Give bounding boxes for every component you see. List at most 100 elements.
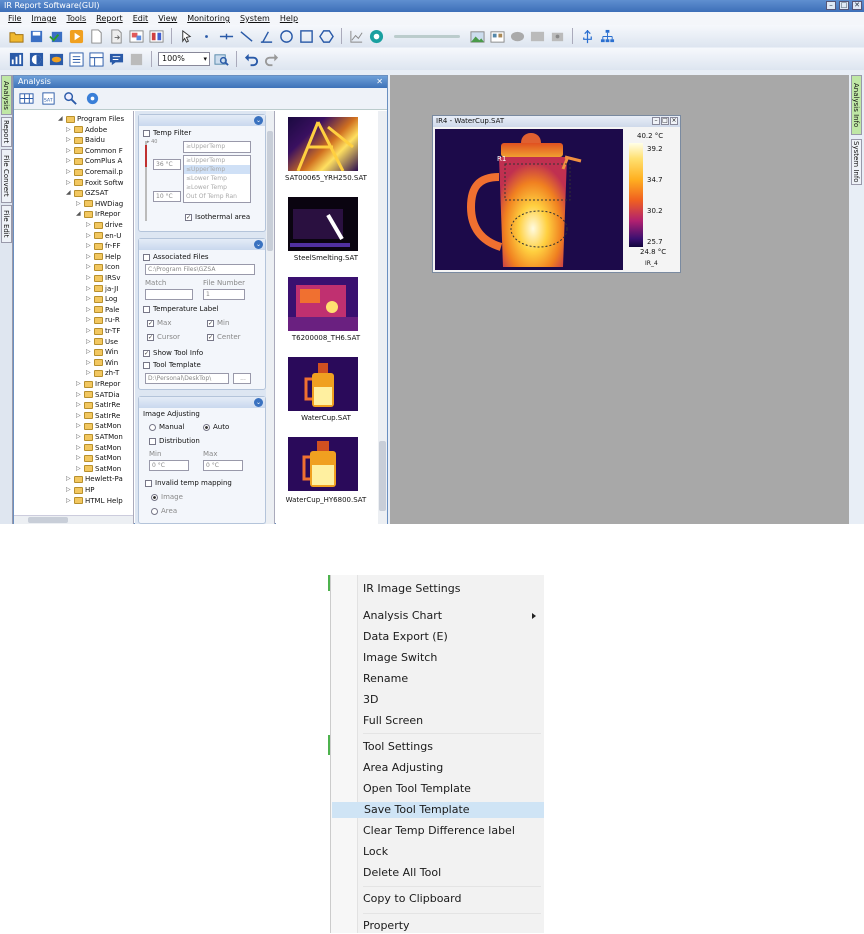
collapse-icon[interactable]: ⌄ xyxy=(254,116,263,125)
auto-radio[interactable] xyxy=(203,423,210,431)
tab-file-edit[interactable]: File Edit xyxy=(1,205,12,243)
menu-image[interactable]: Image xyxy=(31,12,56,25)
rectangle-tool-icon[interactable] xyxy=(298,28,315,45)
max-checkbox[interactable] xyxy=(147,319,154,327)
camera-icon[interactable] xyxy=(549,28,566,45)
play-icon[interactable] xyxy=(68,28,85,45)
expand-right-icon[interactable]: ▷ xyxy=(66,156,72,166)
layout-icon[interactable] xyxy=(88,51,105,68)
expand-down-icon[interactable]: ◢ xyxy=(58,114,64,124)
tree-node[interactable]: ▷ Win xyxy=(86,358,118,368)
save-icon[interactable] xyxy=(28,28,45,45)
expand-right-icon[interactable]: ▷ xyxy=(86,294,92,304)
tree-node[interactable]: ▷ HP xyxy=(66,485,95,495)
menu-item[interactable]: Clear Temp Difference label xyxy=(363,823,515,839)
tree-node[interactable]: ▷ Hewlett-Pa xyxy=(66,474,123,484)
image-window-titlebar[interactable]: IR4 - WaterCup.SAT – □ × xyxy=(433,116,680,127)
distribution-checkbox[interactable] xyxy=(149,437,156,445)
tab-analysis-info[interactable]: Analysis Info xyxy=(851,75,862,135)
center-checkbox[interactable] xyxy=(207,333,214,341)
menu-item[interactable]: Lock xyxy=(363,844,388,860)
disabled-tool-icon[interactable] xyxy=(128,51,145,68)
tree-node[interactable]: ◢ IrRepor xyxy=(76,209,120,219)
open-folder-icon[interactable] xyxy=(8,28,25,45)
cross-line-icon[interactable] xyxy=(218,28,235,45)
thumbnail-image[interactable] xyxy=(288,197,358,251)
list-item[interactable]: ≤UpperTemp xyxy=(184,165,250,174)
tree-node[interactable]: ▷ SatMon xyxy=(76,443,121,453)
minimize-button[interactable]: – xyxy=(826,1,836,10)
expand-right-icon[interactable]: ▷ xyxy=(76,443,82,453)
expand-right-icon[interactable]: ▷ xyxy=(66,135,72,145)
image-compare-icon[interactable] xyxy=(148,28,165,45)
min-checkbox[interactable] xyxy=(207,319,214,327)
menu-item[interactable]: Data Export (E) xyxy=(363,629,448,645)
tree-horizontal-scrollbar[interactable] xyxy=(14,515,133,524)
tab-system-info[interactable]: System Info xyxy=(851,139,862,185)
tree-node[interactable]: ▷ ja-JI xyxy=(86,284,118,294)
expand-right-icon[interactable]: ▷ xyxy=(86,231,92,241)
menu-tools[interactable]: Tools xyxy=(66,12,86,25)
collapse-icon[interactable]: ⌄ xyxy=(254,398,263,407)
thumbnail-image[interactable] xyxy=(288,277,358,331)
expand-right-icon[interactable]: ▷ xyxy=(76,421,82,431)
expand-right-icon[interactable]: ▷ xyxy=(86,284,92,294)
menu-item[interactable]: Property xyxy=(363,918,410,934)
expand-right-icon[interactable]: ▷ xyxy=(86,305,92,315)
close-button[interactable]: ✕ xyxy=(852,1,862,10)
minimize-icon[interactable]: – xyxy=(652,117,660,125)
expand-right-icon[interactable]: ▷ xyxy=(66,474,72,484)
tree-node[interactable]: ▷ Pale xyxy=(86,305,119,315)
expand-right-icon[interactable]: ▷ xyxy=(66,178,72,188)
expand-right-icon[interactable]: ▷ xyxy=(66,125,72,135)
thumbnail-image[interactable] xyxy=(288,117,358,172)
comment-icon[interactable] xyxy=(108,51,125,68)
expand-right-icon[interactable]: ▷ xyxy=(86,347,92,357)
thumbnail-image[interactable] xyxy=(288,437,358,491)
expand-right-icon[interactable]: ▷ xyxy=(86,337,92,347)
expand-right-icon[interactable]: ▷ xyxy=(86,220,92,230)
expand-right-icon[interactable]: ▷ xyxy=(86,262,92,272)
menu-item[interactable]: Area Adjusting xyxy=(363,760,443,776)
menu-system[interactable]: System xyxy=(240,12,270,25)
palette-icon[interactable] xyxy=(368,28,385,45)
menu-item[interactable]: Open Tool Template xyxy=(363,781,471,797)
expand-right-icon[interactable]: ▷ xyxy=(86,252,92,262)
menu-help[interactable]: Help xyxy=(280,12,298,25)
image-max-input[interactable]: 0 °C xyxy=(203,460,243,471)
view-icon[interactable] xyxy=(48,51,65,68)
tree-node[interactable]: ▷ HTML Help xyxy=(66,496,123,506)
menu-report[interactable]: Report xyxy=(96,12,123,25)
isothermal-checkbox[interactable] xyxy=(185,213,192,221)
grid-view-icon[interactable] xyxy=(18,90,35,107)
expand-right-icon[interactable]: ▷ xyxy=(66,167,72,177)
expand-right-icon[interactable]: ▷ xyxy=(86,326,92,336)
menu-item[interactable]: Save Tool Template xyxy=(332,802,544,818)
menu-edit[interactable]: Edit xyxy=(133,12,149,25)
temp-range-marker[interactable] xyxy=(145,145,147,167)
menu-view[interactable]: View xyxy=(158,12,177,25)
thermal-image[interactable]: R1 xyxy=(435,129,623,270)
tab-analysis[interactable]: Analysis xyxy=(1,75,12,115)
export-icon[interactable] xyxy=(108,28,125,45)
filter-select[interactable]: ≥UpperTemp xyxy=(183,141,251,153)
contrast-icon[interactable] xyxy=(28,51,45,68)
gear-icon[interactable] xyxy=(84,90,101,107)
expand-right-icon[interactable]: ▷ xyxy=(76,199,82,209)
image-radio[interactable] xyxy=(151,493,158,501)
tab-file-convert[interactable]: File Convert xyxy=(1,149,12,203)
temp-filter-checkbox[interactable] xyxy=(143,129,150,137)
menu-item[interactable]: Analysis Chart xyxy=(363,608,442,624)
tree-node[interactable]: ▷ Common F xyxy=(66,146,123,156)
expand-right-icon[interactable]: ▷ xyxy=(66,485,72,495)
show-tool-info-checkbox[interactable] xyxy=(143,349,150,357)
expand-right-icon[interactable]: ▷ xyxy=(66,146,72,156)
zoom-fit-icon[interactable] xyxy=(213,51,230,68)
expand-right-icon[interactable]: ▷ xyxy=(76,432,82,442)
network-icon[interactable] xyxy=(599,28,616,45)
manual-radio[interactable] xyxy=(149,423,156,431)
thumbnail-image[interactable] xyxy=(288,357,358,411)
chart-icon[interactable] xyxy=(348,28,365,45)
landscape-image-icon[interactable] xyxy=(469,28,486,45)
line-tool-icon[interactable] xyxy=(238,28,255,45)
